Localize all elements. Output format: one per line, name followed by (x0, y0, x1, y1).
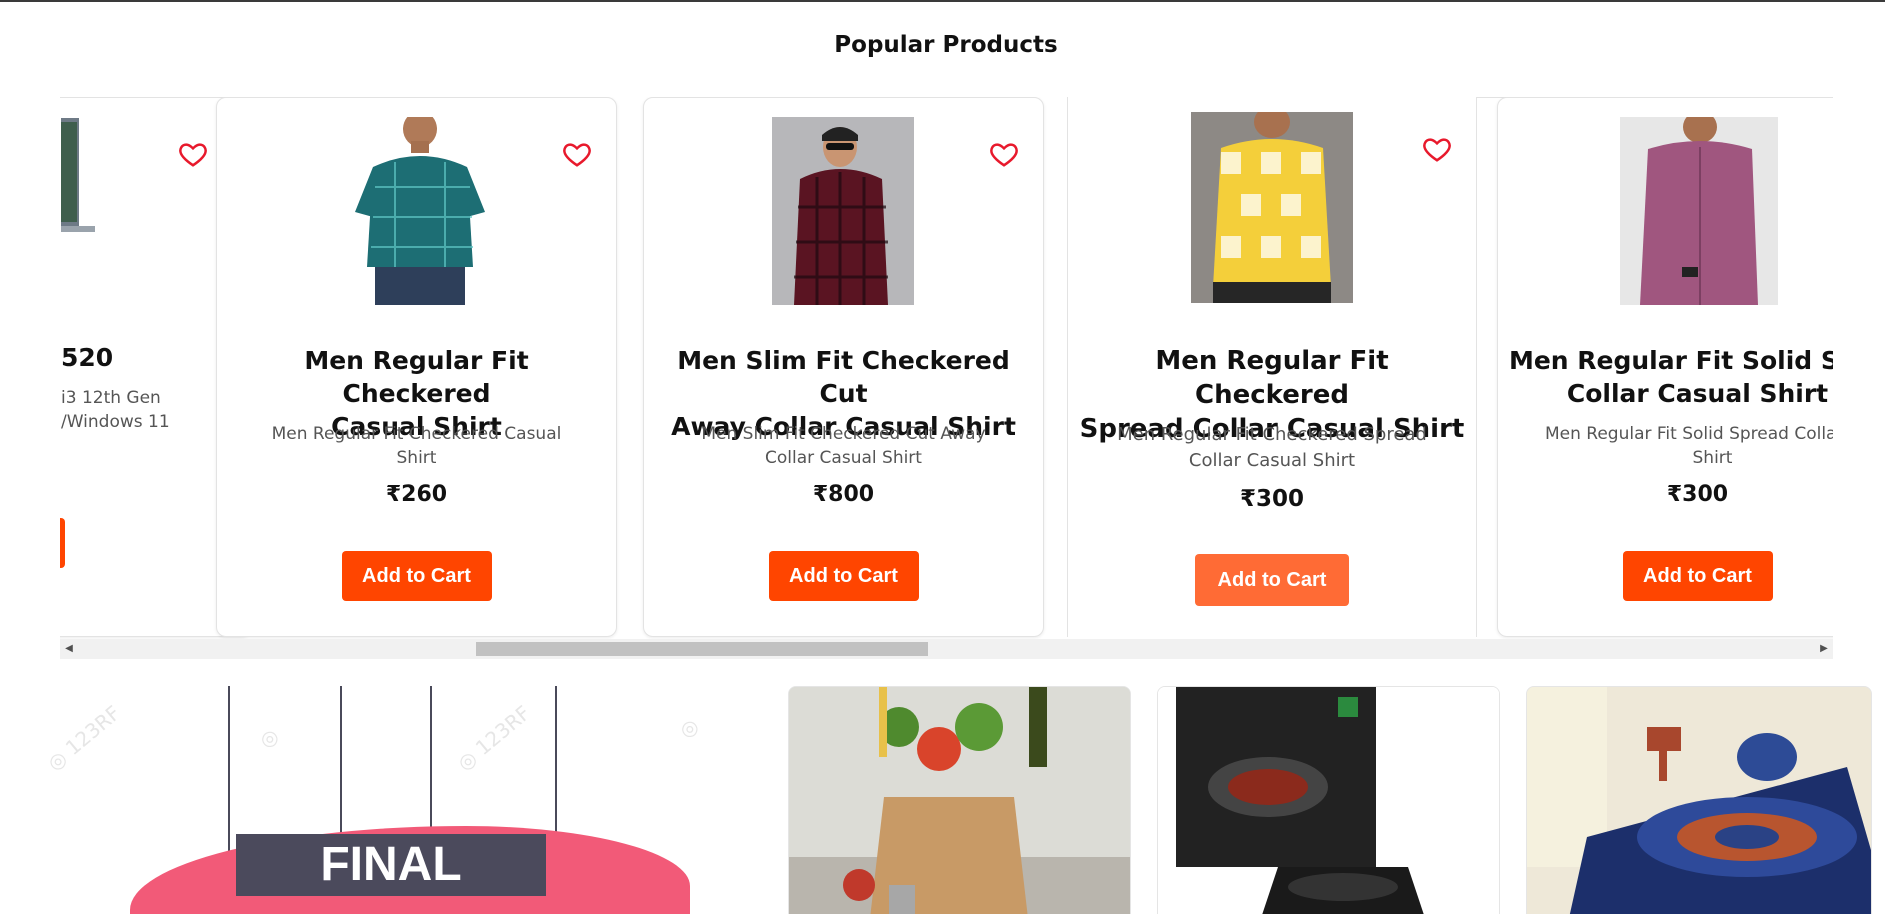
watermark: ◎ (254, 723, 284, 753)
scrollbar-thumb[interactable] (476, 642, 928, 656)
laptop-image (61, 118, 101, 238)
product-description: Men Regular Fit Checkered Casual Shirt (271, 424, 562, 468)
section-title: Popular Products (834, 32, 1058, 58)
product-price: ₹800 (812, 482, 875, 507)
watermark: ◎ (674, 713, 704, 743)
product-card[interactable]: Men Slim Fit Checkered Cut Away Collar C… (643, 97, 1044, 637)
add-to-cart-button[interactable]: Add to Cart (341, 551, 492, 601)
product-image (345, 117, 495, 305)
product-price: ₹300 (1239, 486, 1304, 512)
wishlist-heart-icon[interactable] (988, 139, 1020, 169)
product-description-partial-2: /Windows 11 (61, 412, 170, 432)
product-price: ₹260 (385, 482, 448, 507)
promo-banner[interactable]: ◎ 123RF ◎ ◎ 123RF ◎ FINAL (30, 686, 780, 914)
product-carousel: 520 i3 12th Gen /Windows 11 Men Regular … (60, 97, 1833, 642)
category-tile-appliances[interactable] (1157, 686, 1500, 914)
product-description: Men Slim Fit Checkered Cut Away Collar C… (701, 424, 986, 468)
product-image (772, 117, 914, 305)
product-card[interactable]: Men Regular Fit Checkered Spread Collar … (1067, 97, 1477, 637)
banner-text: FINAL (236, 834, 546, 896)
product-price: ₹300 (1666, 482, 1729, 507)
watermark: ◎ 123RF (452, 700, 535, 776)
watermark: ◎ 123RF (42, 700, 125, 776)
category-tile-grocery[interactable] (788, 686, 1131, 914)
product-card[interactable]: Men Regular Fit Solid Spre Collar Casual… (1497, 97, 1833, 637)
page: Popular Products 520 i3 12th Gen /Window… (0, 0, 1885, 914)
product-image (1620, 117, 1778, 305)
add-to-cart-button[interactable]: Add to Cart (1195, 554, 1349, 606)
product-description-partial-1: i3 12th Gen (61, 388, 161, 408)
add-to-cart-button[interactable]: Add to Cart (1622, 551, 1773, 601)
category-tile-home-furnishing[interactable] (1526, 686, 1872, 914)
add-to-cart-button-partial[interactable] (60, 518, 65, 568)
product-card[interactable]: Men Regular Fit Checkered Casual Shirt M… (216, 97, 617, 637)
carousel-scrollbar[interactable]: ◀ ▶ (60, 639, 1833, 659)
wishlist-heart-icon[interactable] (1421, 134, 1453, 164)
wishlist-heart-icon[interactable] (561, 139, 593, 169)
scroll-left-arrow-icon[interactable]: ◀ (60, 639, 78, 659)
product-title[interactable]: Men Regular Fit Solid Spre Collar Casual… (1508, 344, 1833, 410)
product-description: Men Regular Fit Solid Spread Collar Cas … (1544, 424, 1833, 468)
scroll-right-arrow-icon[interactable]: ▶ (1815, 639, 1833, 659)
add-to-cart-button[interactable]: Add to Cart (768, 551, 919, 601)
product-image (1191, 112, 1353, 303)
product-title-partial: 520 (61, 343, 114, 372)
product-description: Men Regular Fit Checkered Spread Collar … (1117, 424, 1427, 471)
wishlist-heart-icon[interactable] (177, 139, 209, 169)
